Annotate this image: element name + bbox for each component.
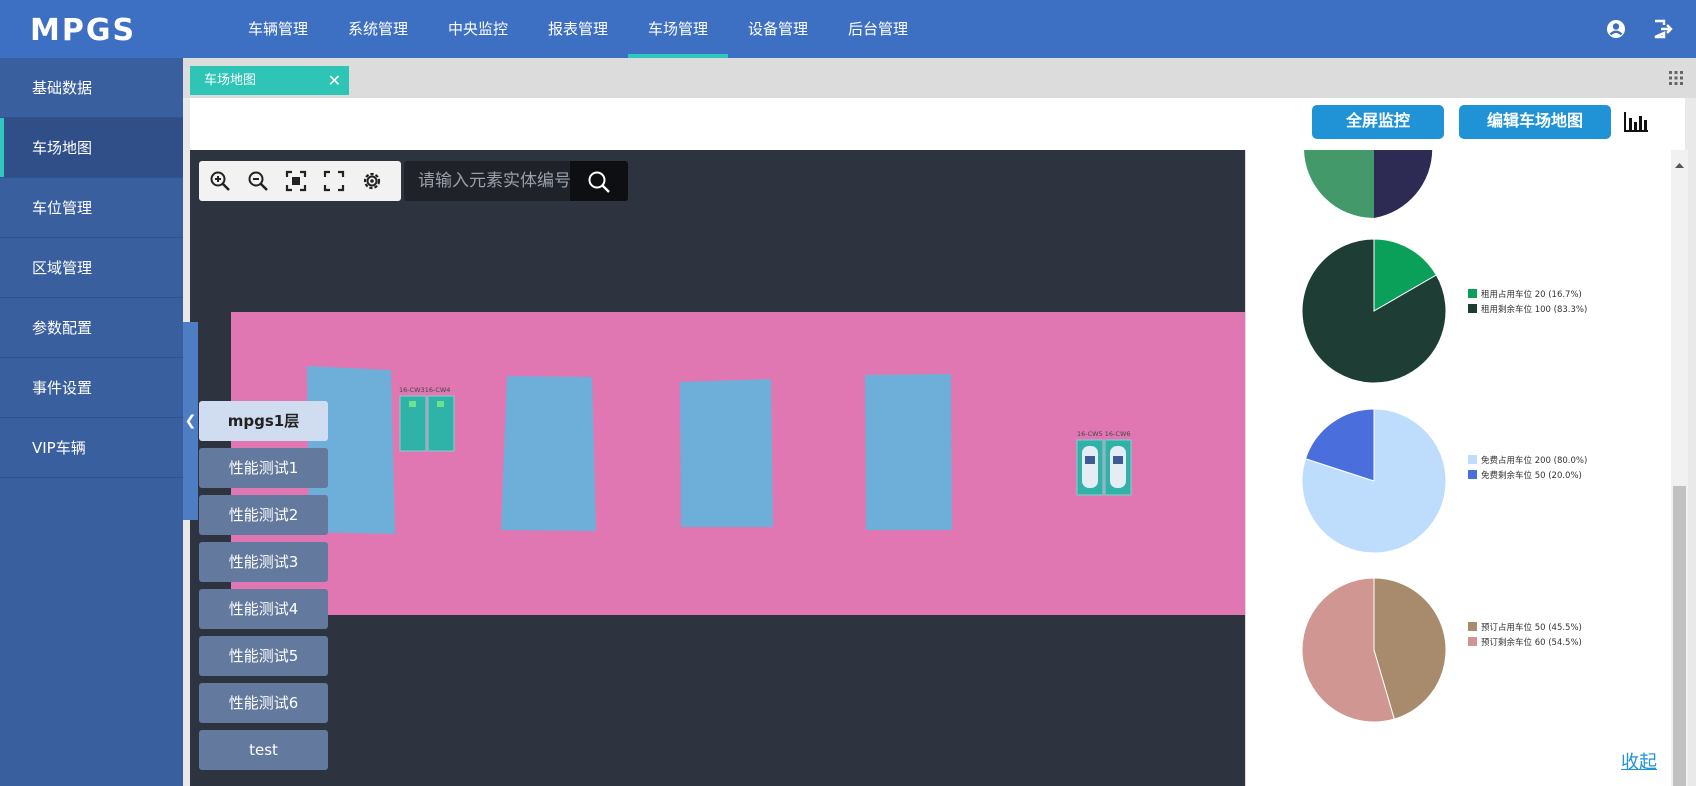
legend-item: 预订占用车位 50 (45.5%) [1468,621,1582,636]
floor-button[interactable]: 性能测试1 [199,448,328,488]
tab-strip: 车场地图 ✕ [183,58,1696,98]
legend-free: 免费占用车位 200 (80.0%) 免费剩余车位 50 (20.0%) [1468,454,1587,484]
sidebar-collapse-toggle[interactable]: ❮ [183,322,198,520]
legend-item: 免费剩余车位 50 (20.0%) [1468,469,1587,484]
map-block[interactable] [501,376,596,531]
legend-item: 租用占用车位 20 (16.7%) [1468,288,1587,303]
top-nav-menu: 车辆管理 系统管理 中央监控 报表管理 车场管理 设备管理 后台管理 [228,0,928,58]
collapse-panel-link[interactable]: 收起 [1621,748,1657,774]
edit-map-button[interactable]: 编辑车场地图 [1459,105,1611,139]
sidebar-item-parking-map[interactable]: 车场地图 [0,118,183,178]
map-block[interactable] [680,379,773,527]
floor-button[interactable]: 性能测试3 [199,542,328,582]
zoom-in-icon[interactable] [209,170,231,192]
pie-chart-reserved [1301,577,1447,723]
floor-button[interactable]: test [199,730,328,770]
settings-icon[interactable] [361,170,383,192]
floor-button[interactable]: mpgs1层 [199,401,328,441]
statistics-panel: 租用占用车位 20 (16.7%) 租用剩余车位 100 (83.3%) 免费占… [1245,150,1671,786]
floor-button[interactable]: 性能测试4 [199,589,328,629]
legend-item: 免费占用车位 200 (80.0%) [1468,454,1587,469]
parking-map-canvas[interactable]: 16-CW316-CW4 16-CW5 16-CW6 [190,150,1245,786]
legend-item: 预订剩余车位 60 (54.5%) [1468,636,1582,651]
floor-button[interactable]: 性能测试6 [199,683,328,723]
map-toolbar: 全屏监控 编辑车场地图 [190,98,1685,150]
nav-device-management[interactable]: 设备管理 [728,0,828,58]
stats-scrollbar[interactable] [1671,150,1688,786]
pie-chart-partial [1304,150,1433,218]
sidebar-item-vip-vehicles[interactable]: VIP车辆 [0,418,183,478]
legend-rental: 租用占用车位 20 (16.7%) 租用剩余车位 100 (83.3%) [1468,288,1587,318]
top-navbar: MPGS 车辆管理 系统管理 中央监控 报表管理 车场管理 设备管理 后台管理 [0,0,1696,58]
sidebar: 基础数据 车场地图 车位管理 区域管理 参数配置 事件设置 VIP车辆 [0,58,183,786]
element-search-input[interactable] [404,161,570,201]
sidebar-item-space-management[interactable]: 车位管理 [0,178,183,238]
legend-item: 租用剩余车位 100 (83.3%) [1468,303,1587,318]
logout-icon[interactable] [1652,18,1674,40]
bar-chart-icon[interactable] [1622,110,1650,134]
pie-chart-rental [1301,238,1447,384]
floor-button[interactable]: 性能测试5 [199,636,328,676]
sidebar-item-zone-management[interactable]: 区域管理 [0,238,183,298]
search-icon [588,171,610,193]
floor-button[interactable]: 性能测试2 [199,495,328,535]
mpgs-logo: MPGS [30,13,136,46]
nav-parking-management[interactable]: 车场管理 [628,0,728,58]
pie-charts [1301,150,1447,723]
search-button[interactable] [570,161,628,201]
floor-list: mpgs1层 性能测试1 性能测试2 性能测试3 性能测试4 性能测试5 性能测… [199,401,328,777]
nav-central-monitor[interactable]: 中央监控 [428,0,528,58]
legend-reserved: 预订占用车位 50 (45.5%) 预订剩余车位 60 (54.5%) [1468,621,1582,651]
spot-label: 16-CW5 16-CW6 [1077,430,1131,438]
map-search-box [404,161,628,201]
fit-to-screen-icon[interactable] [285,170,307,192]
user-icon[interactable] [1605,18,1627,40]
nav-vehicle-management[interactable]: 车辆管理 [228,0,328,58]
nav-backend-management[interactable]: 后台管理 [828,0,928,58]
svg-text:MPGS: MPGS [30,13,136,46]
car-icon [1082,446,1098,488]
nav-report-management[interactable]: 报表管理 [528,0,628,58]
sidebar-item-event-settings[interactable]: 事件设置 [0,358,183,418]
map-tool-bar [199,161,401,201]
pie-chart-free [1301,408,1447,554]
grid-menu-icon[interactable] [1668,70,1684,86]
car-icon [1110,446,1126,488]
map-drawing: 16-CW316-CW4 16-CW5 16-CW6 [230,312,1245,615]
scroll-up-arrow-icon[interactable] [1671,158,1688,172]
close-icon[interactable]: ✕ [328,66,341,95]
sidebar-item-parameter-config[interactable]: 参数配置 [0,298,183,358]
tab-label: 车场地图 [204,73,257,88]
content-area: 车场地图 ✕ 全屏监控 编辑车场地图 16-CW316-CW4 16-CW5 1… [183,58,1696,786]
map-block[interactable] [865,374,952,530]
scroll-thumb[interactable] [1673,486,1686,786]
nav-system-management[interactable]: 系统管理 [328,0,428,58]
fullscreen-icon[interactable] [323,170,345,192]
fullscreen-monitor-button[interactable]: 全屏监控 [1312,105,1444,139]
sidebar-item-basic-data[interactable]: 基础数据 [0,58,183,118]
zoom-out-icon[interactable] [247,170,269,192]
chevron-left-icon: ❮ [184,413,197,429]
tab-parking-map[interactable]: 车场地图 ✕ [190,66,349,95]
spot-label: 16-CW316-CW4 [399,386,450,394]
